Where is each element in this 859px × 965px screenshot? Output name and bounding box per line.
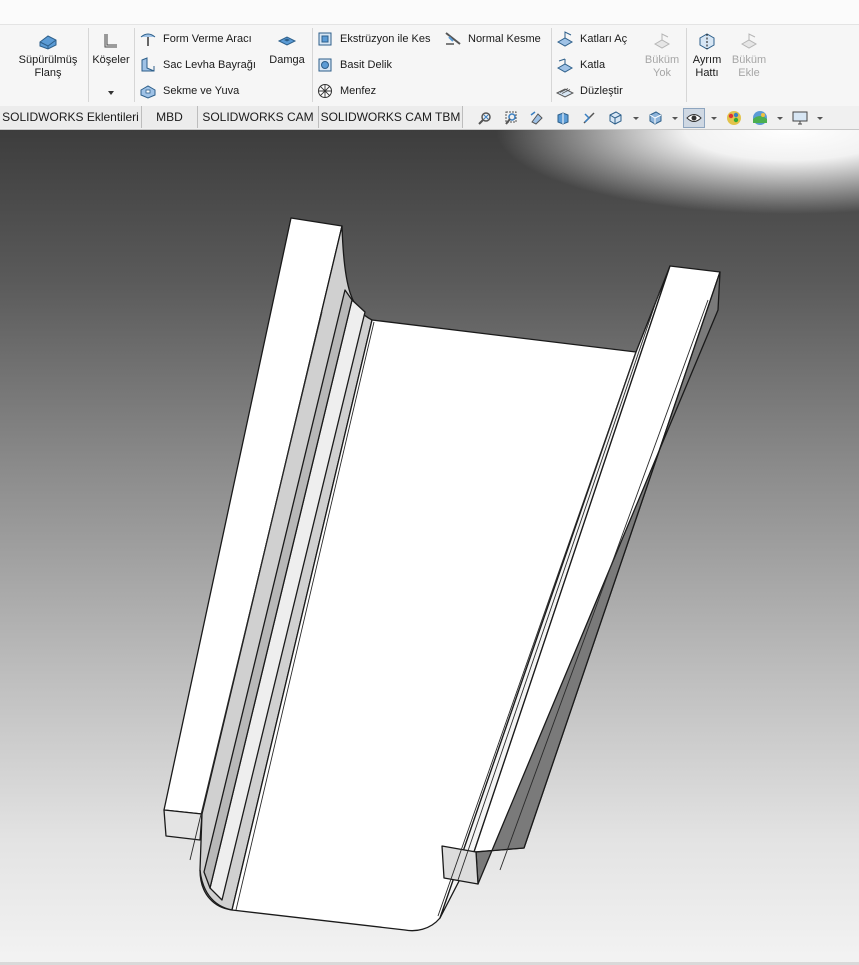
corners-dropdown-caret[interactable] [108,91,114,95]
no-bends-button[interactable]: Büküm Yok [640,30,684,80]
hide-show-items-caret[interactable] [711,117,717,120]
apply-scene-caret[interactable] [777,117,783,120]
insert-bends-icon [740,33,758,49]
fold-icon [556,58,574,73]
sweep-flange-icon [39,35,57,50]
view-settings-caret[interactable] [817,117,823,120]
sweep-flange-label: Süpürülmüş Flanş [18,54,78,79]
extruded-cut-button[interactable]: Ekstrüzyon ile Kes [316,29,430,49]
ribbon-separator [686,28,687,102]
apply-scene-icon[interactable] [750,109,770,127]
previous-view-icon[interactable] [527,109,547,127]
stamp-icon [277,36,297,46]
forming-tool-label: Form Verme Aracı [163,33,252,45]
edit-appearance-icon[interactable] [724,109,744,127]
fold-label: Katla [580,59,606,71]
rip-line-label: Ayrım Hattı [692,54,722,79]
corners-label: Köşeler [92,54,130,66]
flatten-button[interactable]: Düzleştir [556,81,623,101]
unfold-button[interactable]: Katları Aç [556,29,627,49]
insert-bends-button[interactable]: Büküm Ekle [727,30,771,80]
tab-solidworks-cam[interactable]: SOLIDWORKS CAM [198,106,319,128]
normal-cut-button[interactable]: Normal Kesme [444,29,541,49]
rip-line-icon [699,33,715,50]
simple-hole-label: Basit Delik [340,59,392,71]
vent-button[interactable]: Menfez [316,81,376,101]
tab-solidworks-cam-tbm[interactable]: SOLIDWORKS CAM TBM [319,106,463,128]
sheet-metal-gusset-label: Sac Levha Bayrağı [163,59,256,71]
flatten-label: Düzleştir [580,85,623,97]
ribbon-separator [134,28,135,102]
vent-label: Menfez [340,85,377,97]
forming-tool-button[interactable]: Form Verme Aracı [139,29,252,49]
tab-and-slot-icon [140,85,156,99]
section-view-icon[interactable] [553,109,573,127]
no-bends-icon [653,33,671,49]
sheet-metal-channel-model[interactable] [0,130,859,965]
tab-solidworks-addins[interactable]: SOLIDWORKS Eklentileri [0,106,142,128]
extruded-cut-icon [318,32,332,46]
unfold-label: Katları Aç [580,33,628,45]
command-manager-ribbon: Süpürülmüş Flanş Köşeler Form Verme Arac… [0,0,859,107]
dynamic-annotation-icon[interactable] [579,109,599,127]
sheet-metal-gusset-button[interactable]: Sac Levha Bayrağı [139,55,256,75]
no-bends-label: Büküm Yok [644,54,680,79]
vent-icon [318,84,332,98]
simple-hole-button[interactable]: Basit Delik [316,55,392,75]
fold-button[interactable]: Katla [556,55,605,75]
zoom-to-fit-icon[interactable] [475,109,495,127]
corners-icon [104,34,117,48]
tab-and-slot-label: Sekme ve Yuva [163,85,240,97]
tab-and-slot-button[interactable]: Sekme ve Yuva [139,81,239,101]
simple-hole-icon [318,58,332,72]
display-style-icon[interactable] [645,109,665,127]
ribbon-separator [88,28,89,102]
forming-tool-icon [140,33,156,46]
display-style-caret[interactable] [672,117,678,120]
corners-button[interactable]: Köşeler [91,30,131,67]
insert-bends-label: Büküm Ekle [731,54,767,79]
graphics-area[interactable] [0,130,859,965]
ribbon-top-strip [0,0,859,25]
command-manager-tabs: SOLIDWORKS Eklentileri MBD SOLIDWORKS CA… [0,106,859,130]
stamp-button[interactable]: Damga [264,30,310,67]
flatten-icon [556,88,574,98]
unfold-icon [556,31,574,47]
right-flange-end [441,845,479,885]
rip-line-button[interactable]: Ayrım Hattı [688,30,726,80]
normal-cut-icon [445,32,461,45]
sheet-metal-gusset-icon [141,57,155,72]
tab-mbd[interactable]: MBD [142,106,198,128]
view-orientation-icon[interactable] [605,109,625,127]
ribbon-separator [312,28,313,102]
zoom-to-area-icon[interactable] [501,109,521,127]
stamp-label: Damga [269,54,305,66]
normal-cut-label: Normal Kesme [468,33,541,45]
view-orientation-caret[interactable] [633,117,639,120]
hide-show-items-icon[interactable] [683,108,705,128]
sweep-flange-button[interactable]: Süpürülmüş Flanş [12,30,84,80]
extruded-cut-label: Ekstrüzyon ile Kes [340,33,431,45]
ribbon-separator [551,28,552,102]
view-settings-icon[interactable] [790,109,810,127]
